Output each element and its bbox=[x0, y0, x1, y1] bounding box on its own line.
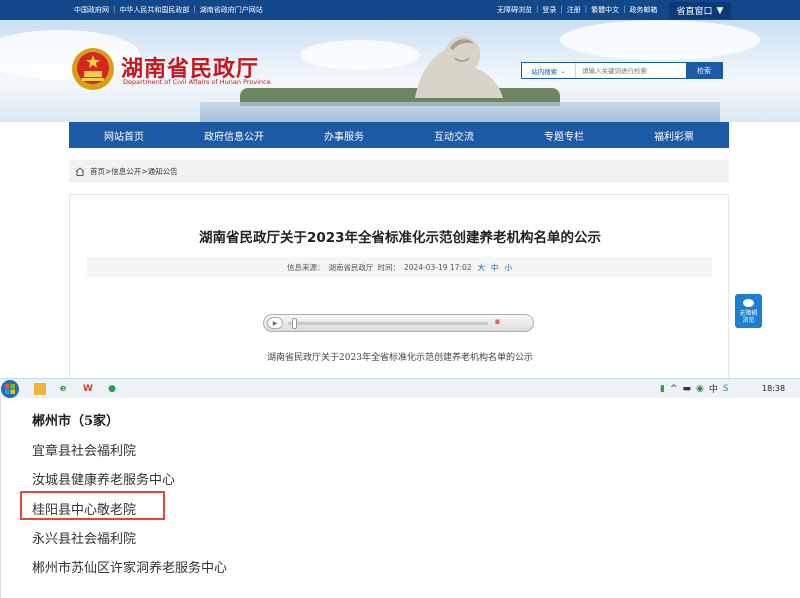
file-explorer-icon[interactable] bbox=[34, 383, 46, 395]
play-button[interactable]: ▶ bbox=[267, 317, 283, 329]
speech-bubble-icon bbox=[743, 299, 754, 307]
utility-links-left: 中国政府网 | 中华人民共和国民政部 | 湖南省政府门户网站 bbox=[74, 5, 263, 15]
link-accessible[interactable]: 无障碍浏览 bbox=[497, 5, 532, 15]
time-value: 2024-03-19 17:02 bbox=[403, 262, 472, 272]
separator: | bbox=[536, 5, 539, 13]
list-item: 郴州市苏仙区许家洞养老服务中心 bbox=[32, 561, 228, 576]
link-gov-portal[interactable]: 中国政府网 bbox=[74, 5, 109, 15]
audio-progress-handle[interactable] bbox=[292, 318, 297, 329]
breadcrumb-home[interactable]: 首页 bbox=[90, 167, 105, 176]
river-scenery bbox=[200, 102, 720, 122]
accessibility-label: 无障碍 bbox=[739, 310, 758, 317]
utility-bar: 中国政府网 | 中华人民共和国民政部 | 湖南省政府门户网站 无障碍浏览 | 登… bbox=[0, 0, 800, 20]
nav-lottery[interactable]: 福利彩票 bbox=[619, 122, 729, 148]
main-nav: 网站首页 政府信息公开 办事服务 互动交流 专题专栏 福利彩票 bbox=[69, 122, 729, 148]
play-icon: ▶ bbox=[272, 319, 278, 327]
search-button[interactable]: 检索 bbox=[686, 63, 722, 78]
source-value: 湖南省民政厅 bbox=[328, 262, 374, 272]
list-heading: 郴州市（5家） bbox=[32, 414, 120, 429]
breadcrumb-notice[interactable]: 通知公告 bbox=[148, 167, 178, 176]
link-register[interactable]: 注册 bbox=[567, 5, 581, 15]
utility-links-right: 无障碍浏览 | 登录 | 注册 | 繁體中文 | 政务邮箱 bbox=[497, 5, 657, 15]
portal-dropdown[interactable]: 省直窗口 ▼ bbox=[669, 2, 731, 19]
link-traditional[interactable]: 繁體中文 bbox=[591, 5, 619, 15]
list-item: 宜章县社会福利院 bbox=[32, 444, 137, 459]
audio-progress-track[interactable] bbox=[288, 322, 488, 325]
search-scope-label: 站内搜索 bbox=[531, 67, 558, 76]
font-size-large[interactable]: 大 bbox=[478, 262, 486, 273]
header-banner: 湖南省民政厅 Department of Civil Affairs of Hu… bbox=[0, 20, 800, 122]
windows-start-icon[interactable] bbox=[0, 379, 20, 399]
wps-icon[interactable]: W bbox=[82, 383, 94, 395]
nav-topics[interactable]: 专题专栏 bbox=[509, 122, 619, 148]
breadcrumb: 首页>信息公开>通知公告 bbox=[69, 160, 729, 182]
link-login[interactable]: 登录 bbox=[542, 5, 556, 15]
search-input[interactable] bbox=[576, 63, 686, 78]
site-search: 站内搜索 ⌄ 检索 bbox=[521, 62, 723, 79]
separator: | bbox=[584, 5, 588, 13]
list-item: 汝城县健康养老服务中心 bbox=[32, 473, 176, 488]
browser-icon[interactable]: e bbox=[57, 383, 69, 395]
nav-info-disclosure[interactable]: 政府信息公开 bbox=[179, 122, 289, 148]
portal-label: 省直窗口 bbox=[676, 7, 713, 17]
ime-icon[interactable]: 中 bbox=[709, 382, 718, 395]
font-size-medium[interactable]: 中 bbox=[491, 262, 499, 273]
article-body-heading: 湖南省民政厅关于2023年全省标准化示范创建养老机构名单的公示 bbox=[267, 353, 533, 363]
statue-image bbox=[415, 36, 503, 98]
article-title: 湖南省民政厅关于2023年全省标准化示范创建养老机构名单的公示 bbox=[198, 230, 602, 246]
link-province-portal[interactable]: 湖南省政府门户网站 bbox=[200, 5, 263, 15]
nav-home[interactable]: 网站首页 bbox=[69, 122, 179, 148]
home-icon bbox=[75, 166, 85, 176]
network-icon[interactable]: ◉ bbox=[696, 384, 704, 394]
antivirus-icon[interactable]: S bbox=[723, 384, 729, 394]
separator: | bbox=[560, 5, 563, 13]
separator: | bbox=[193, 5, 196, 13]
accessibility-label-2: 浏览 bbox=[742, 317, 755, 324]
audio-player: ▶ IIIII bbox=[263, 314, 534, 332]
cloud-decoration bbox=[560, 20, 760, 60]
chevron-up-icon[interactable]: ^ bbox=[670, 384, 678, 394]
chevron-down-icon: ⌄ bbox=[560, 66, 566, 75]
browser-screen: 中国政府网 | 中华人民共和国民政部 | 湖南省政府门户网站 无障碍浏览 | 登… bbox=[0, 0, 800, 598]
article-meta: 信息来源： 湖南省民政厅 时间： 2024-03-19 17:02 大 中 小 bbox=[87, 257, 712, 277]
time-label: 时间： bbox=[377, 262, 400, 272]
system-tray: ▮ ^ ▬ ◉ 中 S bbox=[660, 382, 729, 396]
breadcrumb-info[interactable]: 信息公开 bbox=[111, 167, 141, 176]
separator: | bbox=[623, 5, 626, 13]
article-panel: 湖南省民政厅关于2023年全省标准化示范创建养老机构名单的公示 信息来源： 湖南省… bbox=[69, 194, 729, 380]
app-icon[interactable]: ● bbox=[106, 383, 118, 395]
keyboard-icon[interactable]: ▬ bbox=[683, 384, 692, 394]
link-ministry[interactable]: 中华人民共和国民政部 bbox=[119, 5, 189, 15]
triangle-down-icon: ▼ bbox=[716, 5, 724, 16]
font-size-small[interactable]: 小 bbox=[505, 262, 513, 273]
link-mail[interactable]: 政务邮箱 bbox=[629, 5, 657, 15]
nav-interaction[interactable]: 互动交流 bbox=[399, 122, 509, 148]
source-label: 信息来源： bbox=[286, 262, 325, 272]
nav-services[interactable]: 办事服务 bbox=[289, 122, 399, 148]
clock[interactable]: 18:38 bbox=[762, 384, 785, 393]
os-taskbar: e W ● ▮ ^ ▬ ◉ 中 S 18:38 bbox=[0, 378, 800, 398]
highlight-box bbox=[20, 491, 165, 520]
institution-list: 郴州市（5家） 宜章县社会福利院 汝城县健康养老服务中心 桂阳县中心敬老院 永兴… bbox=[0, 398, 800, 598]
list-item: 永兴县社会福利院 bbox=[32, 532, 137, 547]
battery-icon[interactable]: ▮ bbox=[660, 384, 665, 394]
site-subtitle: Department of Civil Affairs of Hunan Pro… bbox=[123, 78, 271, 86]
accessibility-float-button[interactable]: 无障碍 浏览 bbox=[735, 294, 762, 328]
volume-bars[interactable]: IIIII bbox=[495, 319, 500, 326]
cloud-decoration bbox=[0, 30, 140, 80]
national-emblem-icon bbox=[72, 48, 114, 90]
search-scope-dropdown[interactable]: 站内搜索 ⌄ bbox=[522, 63, 576, 78]
separator: | bbox=[113, 5, 116, 13]
